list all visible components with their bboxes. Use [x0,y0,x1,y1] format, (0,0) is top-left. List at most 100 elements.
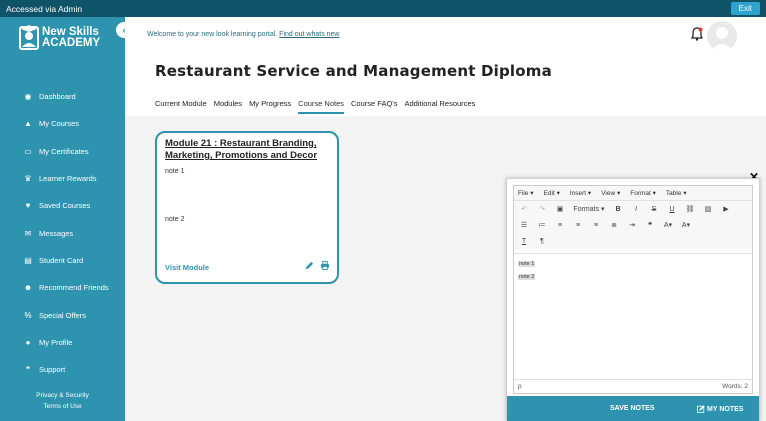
tab-current-module[interactable]: Current Module [155,96,207,114]
numbered-list-icon[interactable]: ≔ [536,219,548,231]
bullet-list-icon[interactable]: ☰ [518,219,530,231]
editor-footer: SAVE NOTES MY NOTES [507,396,759,421]
admin-bar: Accessed via Admin Exit [0,0,766,17]
rich-text-editor: File ▾ Edit ▾ Insert ▾ View ▾ Format ▾ T… [513,185,753,394]
sidebar-item-my-courses[interactable]: ▲ My Courses [0,110,125,137]
blockquote-icon[interactable]: ❝ [644,219,656,231]
sidebar-item-label: Special Offers [39,310,86,320]
clear-formatting-icon[interactable]: T [518,235,530,247]
user-avatar-icon [711,27,733,51]
heart-icon: ♥ [25,201,31,211]
trophy-icon: ♛ [24,174,32,184]
chat-icon: ❝ [25,365,31,375]
notification-bell-icon[interactable] [691,27,703,41]
sidebar-item-messages[interactable]: ✉ Messages [0,219,125,246]
visit-module-link[interactable]: Visit Module [165,263,209,272]
word-count: Words: 2 [722,383,748,390]
module-title[interactable]: Module 21 : Restaurant Branding, Marketi… [165,138,335,162]
sidebar-item-student-card[interactable]: ▤ Student Card [0,247,125,274]
element-path[interactable]: p [518,383,522,390]
align-justify-icon[interactable]: ≣ [608,219,620,231]
align-center-icon[interactable]: ≡ [572,219,584,231]
user-icon: ● [25,337,31,347]
notes-editor-panel: File ▾ Edit ▾ Insert ▾ View ▾ Format ▾ T… [506,178,760,421]
module-notes-card: Module 21 : Restaurant Branding, Marketi… [155,131,339,284]
background-color-icon[interactable]: A▾ [662,219,674,231]
tab-modules[interactable]: Modules [214,96,242,114]
sidebar-item-my-certificates[interactable]: ▭ My Certificates [0,138,125,165]
sidebar-footer: Privacy & Security Terms of Use [0,390,125,412]
logo[interactable]: New Skills ACADEMY [18,21,118,55]
logo-text: New Skills ACADEMY [42,26,101,49]
paste-icon[interactable]: ▣ [554,203,566,215]
privacy-link[interactable]: Privacy & Security [0,390,125,401]
redo-icon[interactable]: ↷ [536,203,548,215]
sidebar-item-recommend-friends[interactable]: ☻ Recommend Friends [0,274,125,301]
card-actions [305,261,330,270]
sidebar-item-my-profile[interactable]: ● My Profile [0,329,125,356]
link-icon[interactable]: ⛓ [684,203,696,215]
image-icon[interactable]: ▨ [702,203,714,215]
save-notes-button[interactable]: SAVE NOTES [610,405,655,412]
sidebar-item-saved-courses[interactable]: ♥ Saved Courses [0,192,125,219]
menu-insert[interactable]: Insert ▾ [570,189,591,197]
tab-course-faqs[interactable]: Course FAQ's [351,96,397,114]
welcome-message: Welcome to your new look learning portal… [147,31,339,38]
sidebar-item-learner-rewards[interactable]: ♛ Learner Rewards [0,165,125,192]
paragraph-mark-icon[interactable]: ¶ [536,235,548,247]
bold-icon[interactable]: B [612,203,624,215]
sidebar-item-label: Support [39,365,66,375]
pencil-icon[interactable] [305,261,314,270]
chevron-left-icon: ‹ [122,25,126,35]
accessed-via-admin-text: Accessed via Admin [6,3,83,14]
envelope-icon: ✉ [24,228,32,238]
page-title: Restaurant Service and Management Diplom… [155,62,552,80]
strikethrough-icon[interactable]: S [648,203,660,215]
sidebar-item-label: Learner Rewards [39,174,97,184]
media-icon[interactable]: ▶ [720,203,732,215]
menu-edit[interactable]: Edit ▾ [544,189,560,197]
edit-note-icon [697,405,705,413]
formats-dropdown[interactable]: Formats ▾ [572,203,606,215]
logo-line-2: ACADEMY [42,37,101,49]
menu-format[interactable]: Format ▾ [630,189,656,197]
menu-file[interactable]: File ▾ [518,189,534,197]
note-item: note 1 [165,168,185,175]
graduate-logo-icon [19,25,39,50]
sidebar-item-dashboard[interactable]: ◉ Dashboard [0,83,125,110]
whats-new-link[interactable]: Find out whats new [279,31,339,38]
sidebar-item-label: My Profile [39,337,73,347]
tab-my-progress[interactable]: My Progress [249,96,291,114]
underline-icon[interactable]: U [666,203,678,215]
avatar[interactable] [707,21,737,51]
editor-content[interactable]: note 1 note 2 [514,253,752,377]
italic-icon[interactable]: I [630,203,642,215]
sidebar-nav: ◉ Dashboard ▲ My Courses ▭ My Certificat… [0,83,125,383]
editor-line: note 1 [518,261,536,267]
sidebar-item-label: Saved Courses [39,201,91,211]
terms-link[interactable]: Terms of Use [0,401,125,412]
indent-icon[interactable]: ⇥ [626,219,638,231]
percent-icon: % [24,310,32,320]
sidebar-item-support[interactable]: ❝ Support [0,356,125,383]
collapse-sidebar-button[interactable]: ‹ [116,22,132,38]
editor-toolbar-row-1: ↶ ↷ ▣ Formats ▾ B I S U ⛓ ▨ ▶ [514,201,752,217]
align-right-icon[interactable]: ≡ [590,219,602,231]
undo-icon[interactable]: ↶ [518,203,530,215]
sidebar-item-special-offers[interactable]: % Special Offers [0,301,125,328]
exit-button[interactable]: Exit [730,2,760,15]
tab-course-notes[interactable]: Course Notes [298,96,345,114]
sidebar-item-label: Recommend Friends [39,283,109,293]
menu-view[interactable]: View ▾ [601,189,620,197]
align-left-icon[interactable]: ≡ [554,219,566,231]
text-color-icon[interactable]: A▾ [680,219,692,231]
tab-additional-resources[interactable]: Additional Resources [404,96,475,114]
print-icon[interactable] [320,261,330,270]
graduation-cap-icon: ▲ [24,119,32,129]
menu-table[interactable]: Table ▾ [666,189,687,197]
dashboard-icon: ◉ [24,92,32,102]
sidebar: New Skills ACADEMY ◉ Dashboard ▲ My Cour… [0,17,125,421]
my-notes-button[interactable]: MY NOTES [697,405,743,413]
id-card-icon: ▤ [24,255,32,265]
course-tabs: Current Module Modules My Progress Cours… [155,96,482,114]
